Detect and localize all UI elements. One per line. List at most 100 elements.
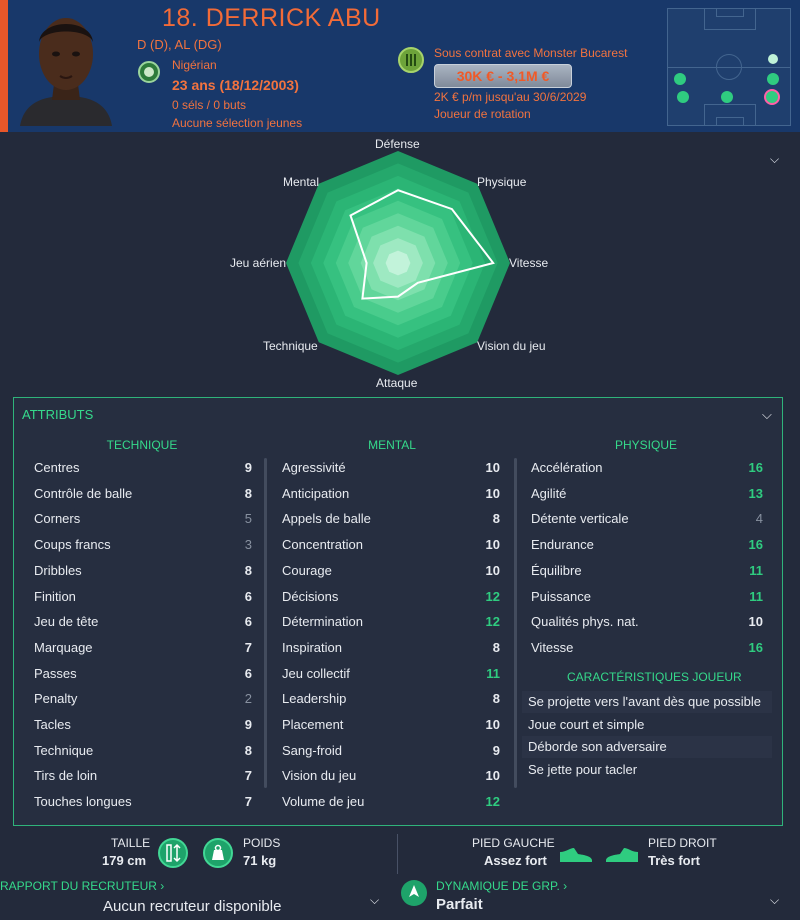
attribute-value: 7 (244, 794, 252, 810)
attribute-label: Qualités phys. nat. (531, 614, 639, 630)
attribute-row[interactable]: Anticipation 10 (282, 486, 500, 506)
attribute-value: 8 (492, 511, 500, 527)
attribute-label: Coups francs (34, 537, 111, 553)
attribute-label: Agressivité (282, 460, 346, 475)
player-youth-caps: Aucune sélection jeunes (172, 116, 303, 130)
player-nationality[interactable]: Nigérian (172, 58, 217, 72)
attribute-row[interactable]: Jeu de tête 6 (34, 614, 252, 634)
attribute-row[interactable]: Contrôle de balle 8 (34, 486, 252, 506)
attribute-row[interactable]: Passes 6 (34, 666, 252, 686)
attribute-row[interactable]: Qualités phys. nat. 10 (531, 614, 763, 634)
attribute-row[interactable]: Courage 10 (282, 563, 500, 583)
radar-label-vision: Vision du jeu (477, 339, 546, 353)
player-trait[interactable]: Se jette pour tacler (522, 759, 772, 781)
attribute-row[interactable]: Décisions 12 (282, 589, 500, 609)
dynamics-link[interactable]: DYNAMIQUE DE GRP. › (436, 879, 567, 893)
attribute-label: Vitesse (531, 639, 574, 655)
radar-label-vitesse: Vitesse (509, 256, 549, 270)
position-dot (674, 73, 686, 85)
attribute-row[interactable]: Équilibre 11 (531, 563, 763, 583)
attribute-label: Équilibre (531, 562, 582, 578)
attribute-row[interactable]: Coups francs 3 (34, 537, 252, 557)
attribute-row[interactable]: Agressivité 10 (282, 460, 500, 480)
attribute-label: Agilité (531, 485, 567, 501)
attribute-value: 12 (485, 614, 500, 630)
height-label: TAILLE (111, 836, 151, 850)
attribute-row[interactable]: Marquage 7 (34, 640, 252, 660)
attribute-label: Placement (282, 717, 344, 732)
attribute-row[interactable]: Touches longues 7 (34, 794, 252, 814)
player-portrait (10, 4, 122, 126)
attribute-row[interactable]: Tacles 9 (34, 717, 252, 737)
attribute-row[interactable]: Appels de balle 8 (282, 511, 500, 531)
positions-pitch-map (667, 8, 791, 126)
attribute-row[interactable]: Puissance 11 (531, 589, 763, 609)
transfer-value-badge: 30K € - 3,1M € (434, 64, 572, 88)
attribute-row[interactable]: Penalty 2 (34, 691, 252, 711)
attribute-row[interactable]: Corners 5 (34, 511, 252, 531)
chevron-right-icon: › (160, 879, 165, 893)
player-trait[interactable]: Se projette vers l'avant dès que possibl… (522, 691, 772, 713)
attribute-value: 10 (485, 537, 500, 553)
attribute-row[interactable]: Dribbles 8 (34, 563, 252, 583)
attributes-collapse-chevron-down-icon[interactable]: ⌵ (762, 407, 772, 423)
attribute-row[interactable]: Concentration 10 (282, 537, 500, 557)
player-trait[interactable]: Déborde son adversaire (522, 736, 772, 758)
attribute-label: Penalty (34, 691, 78, 707)
attribute-row[interactable]: Jeu collectif 11 (282, 666, 500, 686)
dynamics-value: Parfait (436, 896, 483, 913)
radar-collapse-chevron-down-icon[interactable]: ⌵ (770, 152, 779, 167)
attribute-row[interactable]: Vitesse 16 (531, 640, 763, 660)
attribute-value: 11 (749, 562, 763, 578)
dynamics-chevron-down-icon[interactable]: ⌵ (770, 893, 779, 908)
attribute-value: 11 (486, 665, 500, 681)
attributes-panel: ATTRIBUTS ⌵ TECHNIQUE MENTAL PHYSIQUE Ce… (13, 397, 783, 826)
scout-report-title: RAPPORT DU RECRUTEUR (0, 879, 157, 893)
attributes-title[interactable]: ATTRIBUTS (22, 407, 93, 422)
club-badge-icon[interactable] (398, 47, 424, 73)
attribute-label: Finition (34, 588, 76, 604)
left-foot-value: Assez fort (484, 853, 547, 868)
position-dot (721, 91, 733, 103)
attribute-value: 9 (244, 717, 252, 732)
position-dot (767, 73, 779, 85)
right-foot-value: Très fort (648, 853, 701, 868)
attribute-row[interactable]: Inspiration 8 (282, 640, 500, 660)
player-trait[interactable]: Joue court et simple (522, 714, 772, 736)
attribute-row[interactable]: Technique 8 (34, 743, 252, 763)
column-divider (264, 458, 267, 788)
attribute-row[interactable]: Leadership 8 (282, 691, 500, 711)
radar-label-attaque: Attaque (376, 376, 418, 390)
attribute-value: 10 (485, 717, 500, 732)
attribute-value: 10 (485, 768, 500, 784)
attribute-row[interactable]: Tirs de loin 7 (34, 768, 252, 788)
attribute-row[interactable]: Endurance 16 (531, 537, 763, 557)
attribute-row[interactable]: Vision du jeu 10 (282, 768, 500, 788)
attribute-label: Vision du jeu (282, 768, 357, 784)
attribute-row[interactable]: Accélération 16 (531, 460, 763, 480)
attribute-label: Jeu collectif (282, 665, 350, 681)
scout-chevron-down-icon[interactable]: ⌵ (370, 893, 379, 908)
attribute-row[interactable]: Placement 10 (282, 717, 500, 737)
attribute-value: 10 (485, 485, 500, 501)
attribute-value: 10 (748, 614, 763, 630)
attribute-label: Jeu de tête (34, 614, 99, 630)
attribute-row[interactable]: Agilité 13 (531, 486, 763, 506)
scout-report-link[interactable]: RAPPORT DU RECRUTEUR › (0, 879, 164, 893)
attribute-row[interactable]: Détente verticale 4 (531, 511, 763, 531)
attribute-label: Tacles (34, 717, 71, 732)
attribute-row[interactable]: Sang-froid 9 (282, 743, 500, 763)
attribute-label: Leadership (282, 691, 347, 707)
squad-role: Joueur de rotation (434, 107, 531, 121)
attribute-row[interactable]: Volume de jeu 12 (282, 794, 500, 814)
contract-club[interactable]: Sous contrat avec Monster Bucarest (434, 46, 627, 60)
attribute-label: Tirs de loin (34, 768, 98, 784)
nigeria-flag-icon[interactable] (138, 61, 160, 83)
attribute-row[interactable]: Centres 9 (34, 460, 252, 480)
attribute-row[interactable]: Finition 6 (34, 589, 252, 609)
attribute-label: Centres (34, 460, 80, 475)
height-icon (158, 838, 188, 868)
right-boot-icon (606, 848, 638, 862)
attribute-row[interactable]: Détermination 12 (282, 614, 500, 634)
attribute-value: 13 (748, 485, 763, 501)
